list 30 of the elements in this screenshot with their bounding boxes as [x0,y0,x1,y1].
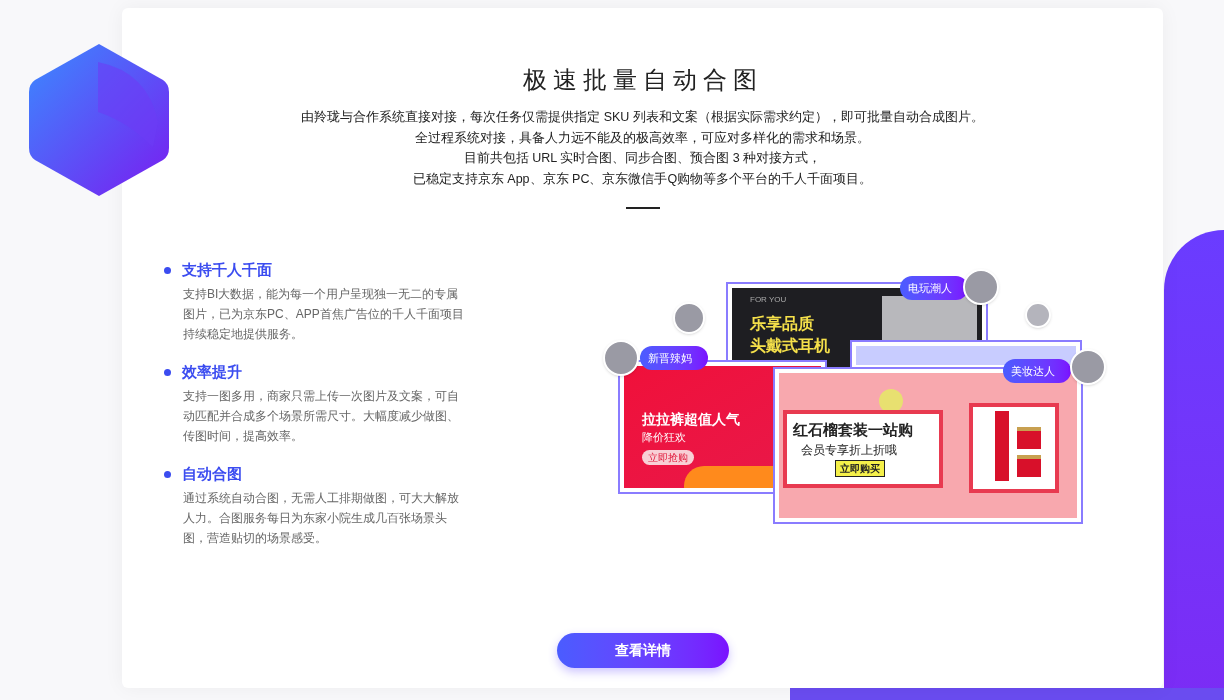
feature-description: 通过系统自动合图，无需人工排期做图，可大大解放人力。合图服务每日为东家小院生成几百张场景头图，营造贴切的场景感受。 [183,490,460,547]
banner-subline: 头戴式耳机 [750,336,830,356]
banner-cta: 立即抢购 [642,450,694,465]
feature-title: 自动合图 [182,464,242,484]
avatar [673,302,705,334]
persona-tag: 新晋辣妈 [640,346,708,370]
intro-text: 由羚珑与合作系统直接对接，每次任务仅需提供指定 SKU 列表和文案（根据实际需求约定），即可批量自动合成图片。 [301,109,984,126]
banner-headline: 乐享品质 [750,314,814,334]
banner-headline: 红石榴套装一站购 [793,420,913,440]
feature-description: 支持一图多用，商家只需上传一次图片及文案，可自动匹配并合成多个场景所需尺寸。大幅度减少做图、传图时间，提高效率。 [183,388,460,445]
jar-drawing [1017,455,1041,477]
persona-tag: 美妆达人 [1003,359,1071,383]
section-title: 极速批量自动合图 [522,65,763,95]
jar-drawing [1017,427,1041,449]
avatar [1025,302,1051,328]
hexagon-logo-icon [28,42,170,198]
intro-text: 目前共包括 URL 实时合图、同步合图、预合图 3 种对接方式， [463,150,822,167]
feature-description: 支持BI大数据，能为每一个用户呈现独一无二的专属图片，已为京东PC、APP首焦广告位的千人千面项目持续稳定地提供服务。 [183,286,465,343]
intro-text: 已稳定支持京东 App、京东 PC、京东微信手Q购物等多个平台的千人千面项目。 [412,170,873,188]
title-divider [625,207,660,209]
banner-headline: 拉拉裤超值人气 [642,410,740,429]
bottle-drawing [995,411,1009,481]
banner-subline: 降价狂欢 [642,430,686,445]
banner-eyebrow: FOR YOU [750,294,787,306]
view-details-button[interactable]: 查看详情 [556,633,729,668]
feature-title: 支持千人千面 [182,260,272,280]
banner-subline: 会员专享折上折哦 [801,442,897,459]
banner-cta: 立即购买 [835,460,885,477]
feature-title: 效率提升 [182,362,242,382]
intro-text: 全过程系统对接，具备人力远不能及的极高效率，可应对多样化的需求和场景。 [415,129,870,147]
